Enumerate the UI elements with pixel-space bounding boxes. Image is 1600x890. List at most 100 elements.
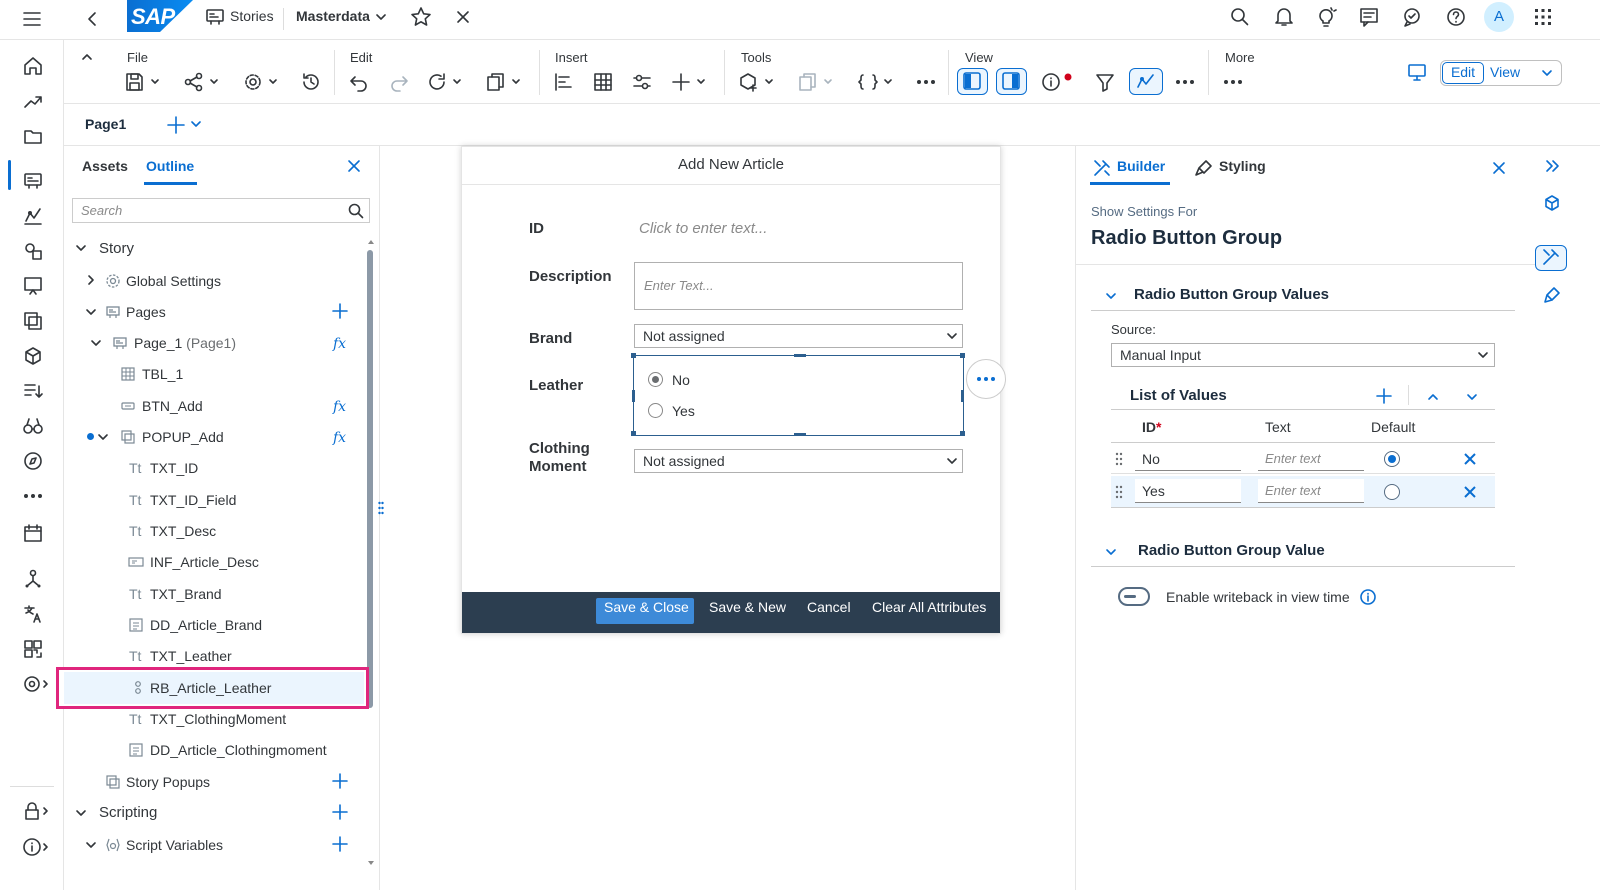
cube-icon[interactable] <box>22 345 44 367</box>
tree-txt-id[interactable]: TXT_ID <box>150 460 198 476</box>
collapse-toolbar-icon[interactable] <box>80 50 94 64</box>
expand-scripting-chevron[interactable] <box>75 807 87 819</box>
data-action-icon[interactable] <box>22 380 44 402</box>
add-value-icon[interactable] <box>1376 388 1392 404</box>
leather-radio-group[interactable]: No Yes <box>631 353 965 436</box>
close-panel-icon[interactable] <box>347 159 361 173</box>
save-new-button[interactable]: Save & New <box>709 599 786 615</box>
search-icon[interactable] <box>347 202 365 220</box>
outline-scrollbar[interactable] <box>367 250 373 708</box>
tree-btn-add[interactable]: BTN_Add <box>142 398 203 414</box>
tree-scripting[interactable]: Scripting <box>99 804 157 821</box>
source-dropdown[interactable]: Manual Input <box>1111 343 1495 367</box>
description-input[interactable]: Enter Text... <box>634 262 963 310</box>
id-input[interactable]: Click to enter text... <box>639 220 767 237</box>
tree-rb-article-leather[interactable]: RB_Article_Leather <box>150 680 271 696</box>
expand-popup-chevron[interactable] <box>97 431 109 443</box>
copy-icon[interactable] <box>485 71 520 93</box>
page-tab[interactable]: Page1 <box>85 116 126 132</box>
radio-yes[interactable] <box>648 403 663 418</box>
value-text-input[interactable]: Enter text <box>1258 447 1364 471</box>
device-preview-icon[interactable] <box>1406 62 1428 84</box>
tree-inf-article-desc[interactable]: INF_Article_Desc <box>150 554 259 570</box>
edit-mode-button[interactable]: Edit <box>1442 62 1484 84</box>
resize-handle[interactable] <box>961 390 964 402</box>
script-braces-icon[interactable] <box>857 71 892 93</box>
trend-icon[interactable] <box>22 90 44 112</box>
idea-bulb-icon[interactable] <box>1315 6 1337 28</box>
info-panel-icon[interactable] <box>1040 71 1072 93</box>
tree-txt-leather[interactable]: TXT_Leather <box>150 648 232 664</box>
collapse-section-chevron[interactable] <box>1104 289 1118 303</box>
builder-rail-button[interactable] <box>1535 245 1567 271</box>
resize-handle[interactable] <box>960 353 965 358</box>
close-builder-icon[interactable] <box>1492 161 1506 175</box>
filter-icon[interactable] <box>1094 71 1116 93</box>
chat-assistant-icon[interactable] <box>1401 6 1423 28</box>
chevron-down-icon[interactable] <box>1540 66 1554 80</box>
resize-handle[interactable] <box>960 431 965 436</box>
radio-no[interactable] <box>648 372 663 387</box>
clear-attributes-button[interactable]: Clear All Attributes <box>872 599 986 615</box>
tree-dd-article-clothingmoment[interactable]: DD_Article_Clothingmoment <box>150 742 327 758</box>
notifications-bell-icon[interactable] <box>1273 6 1295 28</box>
add-popup-icon[interactable] <box>332 773 348 789</box>
drag-handle-icon[interactable] <box>1115 485 1123 499</box>
app-grid-icon[interactable] <box>1533 7 1553 27</box>
tree-popup-add[interactable]: POPUP_Add <box>142 429 224 445</box>
tree-tbl-1[interactable]: TBL_1 <box>142 366 183 382</box>
drag-handle-icon[interactable] <box>1115 452 1123 466</box>
default-radio[interactable] <box>1384 484 1400 500</box>
tree-txt-brand[interactable]: TXT_Brand <box>150 586 222 602</box>
value-id-input[interactable]: No <box>1135 447 1241 471</box>
insert-add-icon[interactable] <box>670 71 705 93</box>
styling-brush-icon[interactable] <box>1543 286 1561 304</box>
search-input[interactable]: Search <box>72 198 370 223</box>
cancel-button[interactable]: Cancel <box>807 599 851 615</box>
insert-table-icon[interactable] <box>592 71 614 93</box>
redo-icon[interactable] <box>388 71 410 93</box>
expand-global-settings-chevron[interactable] <box>85 274 97 286</box>
share-icon[interactable] <box>183 71 218 93</box>
collapse-right-icon[interactable] <box>1544 158 1560 174</box>
analytics-designer-icon[interactable] <box>22 205 44 227</box>
tree-txt-id-field[interactable]: TXT_ID_Field <box>150 492 236 508</box>
stories-link[interactable]: Stories <box>230 8 274 24</box>
expand-story-chevron[interactable] <box>75 242 87 254</box>
undo-icon[interactable] <box>348 71 370 93</box>
close-icon[interactable] <box>455 9 471 25</box>
resize-handle[interactable] <box>794 354 806 357</box>
delete-row-icon[interactable] <box>1464 486 1476 498</box>
scroll-up-arrow[interactable] <box>367 238 375 246</box>
resize-handle[interactable] <box>631 431 636 436</box>
models-icon[interactable] <box>22 240 44 262</box>
tab-assets[interactable]: Assets <box>82 158 128 174</box>
value-text-input[interactable]: Enter text <box>1258 479 1364 503</box>
value-id-input[interactable]: Yes <box>1135 479 1241 503</box>
right-panel-toggle[interactable] <box>996 68 1027 95</box>
view-mode-button[interactable]: View <box>1490 64 1520 80</box>
add-page-icon[interactable] <box>167 115 207 135</box>
more-menu-icon[interactable] <box>1222 71 1244 93</box>
save-icon[interactable] <box>124 71 159 93</box>
tools-designer-icon[interactable] <box>738 71 773 93</box>
menu-icon[interactable] <box>22 9 42 29</box>
compass-icon[interactable] <box>22 450 44 472</box>
default-radio-selected[interactable] <box>1384 451 1400 467</box>
add-variable-icon[interactable] <box>332 836 348 852</box>
clothing-moment-dropdown[interactable]: Not assigned <box>634 449 963 473</box>
script-fx-icon[interactable]: fx <box>332 334 350 352</box>
chevron-down-icon[interactable] <box>374 10 388 24</box>
tree-txt-clothingmoment[interactable]: TXT_ClothingMoment <box>150 711 286 727</box>
insert-chart-icon[interactable] <box>553 71 575 93</box>
avatar[interactable]: A <box>1484 2 1514 32</box>
security-lock-icon[interactable] <box>22 800 48 822</box>
tools-copy-disabled-icon[interactable] <box>797 71 832 93</box>
view-more-icon[interactable] <box>1174 71 1196 93</box>
translation-icon[interactable] <box>22 603 44 625</box>
favorite-star-icon[interactable] <box>410 6 432 28</box>
system-settings-icon[interactable] <box>22 673 48 695</box>
add-script-icon[interactable] <box>332 804 348 820</box>
tab-outline[interactable]: Outline <box>146 158 194 174</box>
organization-icon[interactable] <box>22 568 44 590</box>
